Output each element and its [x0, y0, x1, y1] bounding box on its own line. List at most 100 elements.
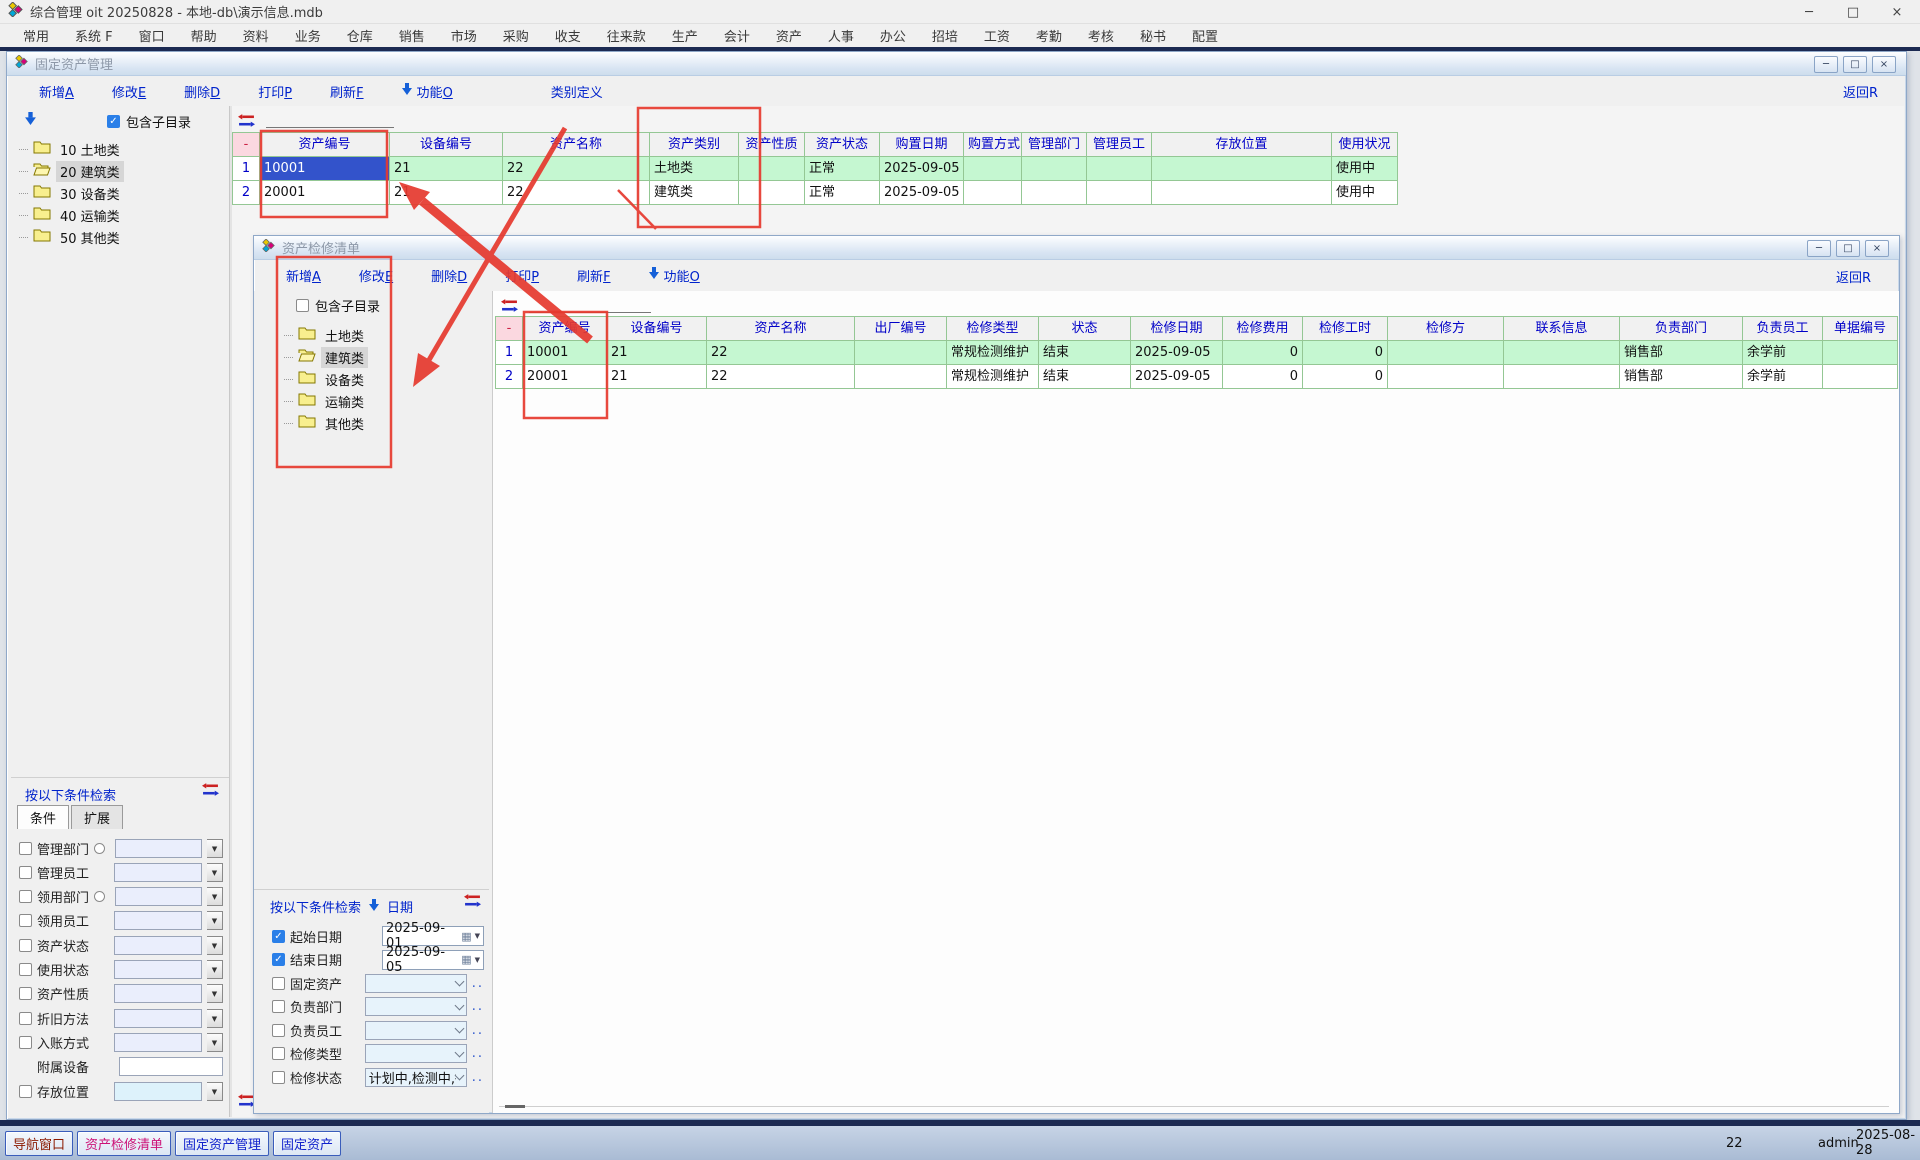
- dropdown-arrow-icon[interactable]: ▼: [207, 1033, 223, 1052]
- window2-tree-item[interactable]: 其他类: [284, 412, 368, 434]
- column-header-设备编号[interactable]: 设备编号: [607, 317, 707, 341]
- window1-maximize-button[interactable]: □: [1843, 56, 1867, 73]
- filter-select[interactable]: [114, 1009, 202, 1028]
- column-header-使用状况[interactable]: 使用状况: [1332, 133, 1398, 157]
- window2-maximize-button[interactable]: □: [1836, 240, 1860, 257]
- checkbox-icon[interactable]: [19, 842, 32, 855]
- quick-search-underline-input[interactable]: [529, 299, 651, 313]
- table-row[interactable]: 2200012122建筑类正常2025-09-05使用中: [233, 181, 1398, 205]
- dropdown-arrow-icon[interactable]: ▼: [207, 1009, 223, 1028]
- column-header-购置日期[interactable]: 购置日期: [880, 133, 964, 157]
- statusbar-tab-固定资产[interactable]: 固定资产: [273, 1131, 341, 1156]
- filter-select[interactable]: 计划中,检测中,得: [365, 1068, 467, 1087]
- column-header-资产编号[interactable]: 资产编号: [260, 133, 390, 157]
- column-header-管理部门[interactable]: 管理部门: [1022, 133, 1087, 157]
- tab-扩展[interactable]: 扩展: [71, 805, 123, 829]
- down-arrow-icon[interactable]: [25, 112, 36, 129]
- dropdown-arrow-icon[interactable]: ▼: [475, 956, 480, 964]
- radio-icon[interactable]: [94, 843, 105, 854]
- window1-tree-item[interactable]: 40 运输类: [19, 204, 124, 226]
- checkbox-checked-icon[interactable]: ✓: [272, 930, 285, 943]
- checkbox-icon[interactable]: [19, 939, 32, 952]
- menu-item-招培[interactable]: 招培: [919, 24, 971, 47]
- checkbox-icon[interactable]: [19, 987, 32, 1000]
- filter-select[interactable]: [114, 911, 202, 930]
- checkbox-icon[interactable]: [19, 1036, 32, 1049]
- filter-select[interactable]: [365, 974, 467, 993]
- dropdown-arrow-icon[interactable]: ▼: [207, 863, 223, 882]
- menu-item-往来款[interactable]: 往来款: [594, 24, 659, 47]
- menu-item-秘书[interactable]: 秘书: [1127, 24, 1179, 47]
- column-header-检修类型[interactable]: 检修类型: [947, 317, 1039, 341]
- menu-item-人事[interactable]: 人事: [815, 24, 867, 47]
- horizontal-scrollbar-thumb[interactable]: [505, 1105, 525, 1108]
- checkbox-icon[interactable]: [19, 963, 32, 976]
- checkbox-icon[interactable]: [272, 1024, 285, 1037]
- menu-item-生产[interactable]: 生产: [659, 24, 711, 47]
- menu-item-窗口[interactable]: 窗口: [126, 24, 178, 47]
- window1-titlebar[interactable]: 固定资产管理 ─□×: [7, 52, 1906, 76]
- down-arrow-icon[interactable]: [369, 899, 379, 915]
- table-row[interactable]: 2200012122常规检测维护结束2025-09-0500销售部余学前: [496, 365, 1898, 389]
- filter-select[interactable]: [365, 1044, 467, 1063]
- window2-tree-item[interactable]: 建筑类: [284, 346, 368, 368]
- filter-select[interactable]: [115, 887, 202, 906]
- menu-item-配置[interactable]: 配置: [1179, 24, 1231, 47]
- dropdown-arrow-icon[interactable]: ▼: [207, 984, 223, 1003]
- dropdown-arrow-icon[interactable]: ▼: [207, 839, 223, 858]
- checkbox-icon[interactable]: [19, 1085, 32, 1098]
- app-minimize-button[interactable]: ─: [1800, 5, 1818, 20]
- menu-item-工资[interactable]: 工资: [971, 24, 1023, 47]
- filter-select[interactable]: [114, 1082, 202, 1101]
- menu-item-考勤[interactable]: 考勤: [1023, 24, 1075, 47]
- column-header-资产性质[interactable]: 资产性质: [739, 133, 805, 157]
- menu-item-资产[interactable]: 资产: [763, 24, 815, 47]
- browse-dots-button[interactable]: ..: [472, 999, 484, 1014]
- radio-icon[interactable]: [94, 891, 105, 902]
- window2-tree-item[interactable]: 运输类: [284, 390, 368, 412]
- column-header-管理员工[interactable]: 管理员工: [1087, 133, 1152, 157]
- menu-item-会计[interactable]: 会计: [711, 24, 763, 47]
- column-header-资产名称[interactable]: 资产名称: [503, 133, 650, 157]
- window2-toolbar-打印P[interactable]: 打印P: [505, 266, 539, 285]
- browse-dots-button[interactable]: ..: [472, 1070, 484, 1085]
- window1-toolbar-功能O[interactable]: 功能O: [402, 82, 453, 101]
- window1-tree-item[interactable]: 50 其他类: [19, 226, 124, 248]
- menu-item-市场[interactable]: 市场: [438, 24, 490, 47]
- window2-titlebar[interactable]: 资产检修清单 ─□×: [254, 236, 1899, 260]
- checkbox-icon[interactable]: [296, 299, 309, 312]
- checkbox-icon[interactable]: [19, 914, 32, 927]
- dropdown-arrow-icon[interactable]: ▼: [207, 960, 223, 979]
- menu-item-仓库[interactable]: 仓库: [334, 24, 386, 47]
- statusbar-tab-固定资产管理[interactable]: 固定资产管理: [175, 1131, 269, 1156]
- selected-cell[interactable]: 10001: [260, 157, 390, 181]
- window2-tree-item[interactable]: 土地类: [284, 324, 368, 346]
- date-input[interactable]: 2025-09-01▦▼: [382, 926, 484, 946]
- column-header-存放位置[interactable]: 存放位置: [1152, 133, 1332, 157]
- filter-select[interactable]: [365, 1021, 467, 1040]
- column-header-负责员工[interactable]: 负责员工: [1743, 317, 1823, 341]
- table-row[interactable]: 1100012122常规检测维护结束2025-09-0500销售部余学前: [496, 341, 1898, 365]
- checkbox-icon[interactable]: [272, 1047, 285, 1060]
- statusbar-tab-导航窗口[interactable]: 导航窗口: [5, 1131, 73, 1156]
- browse-dots-button[interactable]: ..: [472, 976, 484, 991]
- checkbox-icon[interactable]: [272, 1000, 285, 1013]
- window1-toolbar-类别定义[interactable]: 类别定义: [551, 82, 603, 101]
- window1-minimize-button[interactable]: ─: [1814, 56, 1838, 73]
- menu-item-常用[interactable]: 常用: [10, 24, 62, 47]
- filter-select[interactable]: [114, 936, 202, 955]
- tab-条件[interactable]: 条件: [17, 805, 69, 829]
- filter-select[interactable]: [114, 1033, 202, 1052]
- menu-item-办公[interactable]: 办公: [867, 24, 919, 47]
- window1-tree-item[interactable]: 20 建筑类: [19, 160, 124, 182]
- checkbox-checked-icon[interactable]: ✓: [272, 953, 285, 966]
- menu-item-销售[interactable]: 销售: [386, 24, 438, 47]
- window2-toolbar-修改E[interactable]: 修改E: [359, 266, 393, 285]
- column-header-出厂编号[interactable]: 出厂编号: [855, 317, 947, 341]
- dropdown-arrow-icon[interactable]: ▼: [207, 1082, 223, 1101]
- table-row[interactable]: 1100012122土地类正常2025-09-05使用中: [233, 157, 1398, 181]
- swap-icon[interactable]: [238, 114, 255, 131]
- dropdown-arrow-icon[interactable]: ▼: [475, 932, 480, 940]
- quick-search-underline-input[interactable]: [266, 114, 394, 128]
- swap-icon[interactable]: [202, 783, 219, 800]
